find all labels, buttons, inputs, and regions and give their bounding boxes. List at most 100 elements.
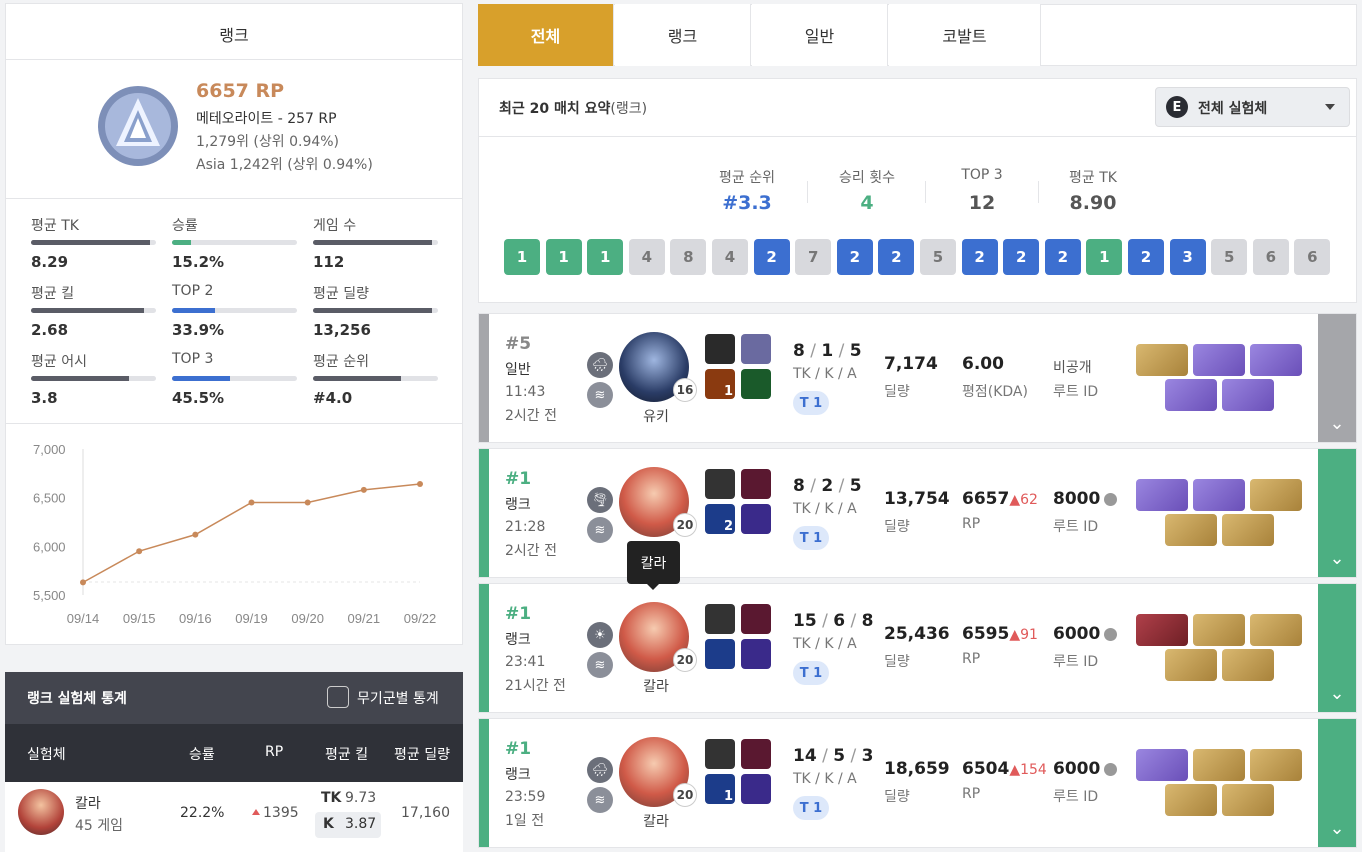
- match-row[interactable]: ⌄ #1 랭크 21:28 2시간 전 🌪 ≋ 20 2 8 / 2 / 5 TK / K / AT…: [478, 448, 1357, 578]
- col-header-avg-kill[interactable]: 평균 킬: [325, 744, 368, 764]
- skill-icon[interactable]: [741, 469, 771, 499]
- data-point[interactable]: [136, 548, 143, 555]
- item-icon[interactable]: [1222, 379, 1274, 411]
- match-ago: 2시간 전: [505, 543, 557, 559]
- recent-rank-badge[interactable]: 2: [1044, 239, 1081, 275]
- info-icon[interactable]: [1104, 492, 1118, 506]
- weapon-icon[interactable]: [705, 334, 735, 364]
- weapon-toggle-label[interactable]: 무기군별 통계: [357, 688, 439, 708]
- expand-button[interactable]: ⌄: [1318, 719, 1356, 847]
- tka-values: 14 / 5 / 3: [793, 746, 873, 766]
- x-tick-label: 09/21: [348, 611, 381, 626]
- a-value: 8: [861, 611, 874, 631]
- data-point[interactable]: [248, 499, 255, 506]
- item-icon[interactable]: [1250, 479, 1302, 511]
- skill-icon[interactable]: [741, 334, 771, 364]
- item-icon[interactable]: [1250, 614, 1302, 646]
- data-point[interactable]: [80, 579, 86, 586]
- tab-cobalt[interactable]: 코발트: [889, 4, 1041, 66]
- recent-rank-badge[interactable]: 1: [1086, 239, 1123, 275]
- recent-rank-badge[interactable]: 2: [836, 239, 873, 275]
- recent-rank-badge[interactable]: 2: [1003, 239, 1040, 275]
- expand-button[interactable]: ⌄: [1318, 449, 1356, 577]
- recent-rank-badge[interactable]: 2: [1128, 239, 1164, 275]
- recent-rank-badge[interactable]: 3: [1169, 239, 1206, 275]
- recent-rank-badge[interactable]: 4: [628, 239, 665, 275]
- item-icon[interactable]: [1136, 749, 1188, 781]
- col-header-avg-damage[interactable]: 평균 딜량: [394, 744, 450, 764]
- tactical-icon[interactable]: [741, 369, 771, 399]
- info-icon[interactable]: [1104, 762, 1118, 776]
- tab-normal[interactable]: 일반: [752, 4, 888, 66]
- item-icon[interactable]: [1193, 479, 1245, 511]
- data-point[interactable]: [360, 486, 367, 493]
- tab-all[interactable]: 전체: [478, 4, 614, 66]
- col-header-winrate[interactable]: 승률: [189, 744, 215, 764]
- expand-button[interactable]: ⌄: [1318, 314, 1356, 442]
- trait-icon[interactable]: 1: [705, 369, 735, 399]
- item-icon[interactable]: [1165, 514, 1217, 546]
- data-point[interactable]: [417, 481, 423, 488]
- recent-rank-badge[interactable]: 8: [670, 239, 707, 275]
- recent-rank-badge[interactable]: 4: [712, 239, 748, 275]
- tab-rank[interactable]: 랭크: [615, 4, 751, 66]
- recent-rank-badge[interactable]: 1: [545, 239, 582, 275]
- data-point[interactable]: [192, 531, 199, 538]
- recent-rank-badge[interactable]: 6: [1252, 239, 1289, 275]
- rp-value: 6657▲62: [962, 489, 1038, 509]
- weapon-icon[interactable]: [705, 739, 735, 769]
- weapon-icon[interactable]: [705, 469, 735, 499]
- tactical-icon[interactable]: [741, 774, 771, 804]
- trait-icon[interactable]: [705, 639, 735, 669]
- match-row[interactable]: ⌄ #5 일반 11:43 2시간 전 🌧 ≋ 16 유키 1 8 / 1 / 5 TK / K / …: [478, 313, 1357, 443]
- item-icon[interactable]: [1136, 614, 1188, 646]
- skill-icon[interactable]: [741, 739, 771, 769]
- stat-bar-fill: [31, 240, 150, 245]
- sep: /: [816, 611, 834, 631]
- recent-rank-badge[interactable]: 2: [753, 239, 790, 275]
- item-icon[interactable]: [1250, 749, 1302, 781]
- match-row[interactable]: ⌄ #1 랭크 23:41 21시간 전 ☀ ≋ 20 칼라 15 / 6 / 8 TK / K /…: [478, 583, 1357, 713]
- item-icon[interactable]: [1250, 344, 1302, 376]
- char-tooltip: 칼라: [627, 541, 680, 584]
- recent-rank-badge[interactable]: 1: [504, 239, 540, 275]
- item-icon[interactable]: [1222, 649, 1274, 681]
- info-icon[interactable]: [1104, 627, 1118, 641]
- recent-rank-badge[interactable]: 6: [1294, 239, 1331, 275]
- col-header-rp[interactable]: RP: [265, 744, 283, 760]
- skill-icon[interactable]: [741, 604, 771, 634]
- item-icon[interactable]: [1165, 649, 1217, 681]
- recent-rank-badge[interactable]: 5: [1211, 239, 1248, 275]
- weapon-icon[interactable]: [705, 604, 735, 634]
- item-icon[interactable]: [1193, 749, 1245, 781]
- item-icon[interactable]: [1136, 344, 1188, 376]
- expand-button[interactable]: ⌄: [1318, 584, 1356, 712]
- item-icon[interactable]: [1193, 344, 1245, 376]
- recent-rank-badge[interactable]: 2: [878, 239, 915, 275]
- chevron-down-icon: ⌄: [1329, 548, 1345, 569]
- data-point[interactable]: [304, 499, 311, 506]
- col-header-char[interactable]: 실험체: [27, 744, 66, 764]
- wind-icon: ≋: [587, 382, 613, 408]
- weapon-toggle-checkbox[interactable]: [327, 686, 349, 708]
- table-row[interactable]: 칼라 45 게임 22.2% 1395 TK 9.73 K 3.87 17,16…: [5, 782, 463, 852]
- item-icon[interactable]: [1165, 784, 1217, 816]
- recent-rank-badge[interactable]: 7: [795, 239, 832, 275]
- match-row[interactable]: ⌄ #1 랭크 23:59 1일 전 🌧 ≋ 20 칼라 1 14 / 5 / 3 TK / K / …: [478, 718, 1357, 848]
- recent-rank-badge[interactable]: 2: [961, 239, 998, 275]
- trait-icon[interactable]: 2: [705, 504, 735, 534]
- weather-icon: 🌪: [587, 487, 613, 513]
- tactical-icon[interactable]: [741, 504, 771, 534]
- item-icon[interactable]: [1222, 784, 1274, 816]
- recent-rank-badge[interactable]: 5: [920, 239, 956, 275]
- character-filter-dropdown[interactable]: E 전체 실험체: [1155, 87, 1350, 127]
- item-icon[interactable]: [1165, 379, 1217, 411]
- trait-icon[interactable]: 1: [705, 774, 735, 804]
- tactical-icon[interactable]: [741, 639, 771, 669]
- recent-rank-badge[interactable]: 1: [587, 239, 624, 275]
- tka-label: TK / K / A: [793, 366, 857, 382]
- item-icon[interactable]: [1136, 479, 1188, 511]
- item-icon[interactable]: [1193, 614, 1245, 646]
- item-icon[interactable]: [1222, 514, 1274, 546]
- stat-bar: [31, 308, 156, 313]
